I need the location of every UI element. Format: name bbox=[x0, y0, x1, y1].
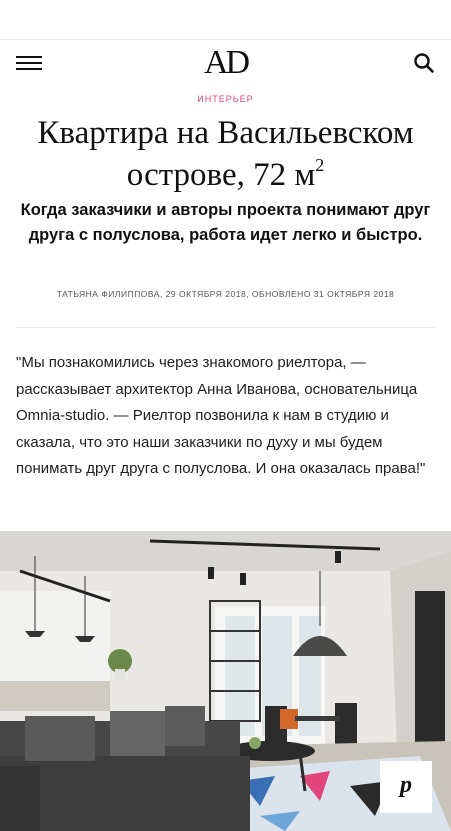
pinterest-save-button[interactable]: p bbox=[380, 761, 432, 813]
divider bbox=[16, 327, 435, 328]
article-category[interactable]: ИНТЕРЬЕР bbox=[0, 94, 451, 104]
site-logo[interactable]: AD bbox=[0, 44, 451, 82]
site-header: AD bbox=[0, 40, 451, 84]
article-byline: ТАТЬЯНА ФИЛИППОВА, 29 ОКТЯБРЯ 2018, ОБНО… bbox=[56, 289, 395, 299]
search-icon[interactable] bbox=[413, 52, 435, 74]
pinterest-icon: p bbox=[400, 772, 412, 798]
article-lead: Когда заказчики и авторы проекта понимаю… bbox=[20, 201, 431, 244]
article-title: Квартира на Васильевском острове, 72 м2 bbox=[10, 112, 441, 196]
article-title-superscript: 2 bbox=[315, 155, 325, 175]
article-body-paragraph: "Мы познакомились через знакомого риелто… bbox=[16, 354, 426, 477]
article-title-text: Квартира на Васильевском острове, 72 м bbox=[37, 115, 414, 193]
